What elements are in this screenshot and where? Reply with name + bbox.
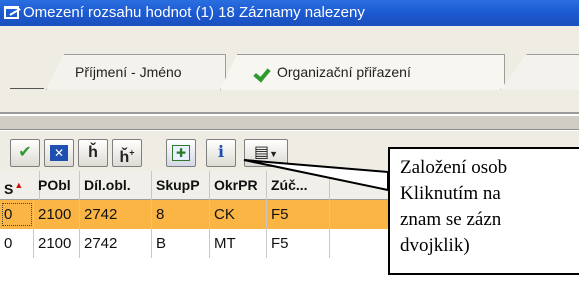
callout-line: Založení osob (400, 157, 508, 178)
table-cell: 2100 (34, 200, 80, 229)
table-cell: F5 (267, 200, 330, 229)
window-title: Omezení rozsahu hodnot (1) 18 Záznamy na… (23, 4, 365, 21)
find-button[interactable]: ȟ (78, 139, 108, 167)
annotation-callout: Založení osob Kliknutím na znam se zázn … (388, 147, 579, 275)
separator-bar (0, 116, 579, 130)
column-header-dil-obl[interactable]: Díl.obl. (80, 171, 152, 200)
cancel-button[interactable]: ✕ (44, 139, 74, 167)
table-cell: 0 (0, 200, 34, 229)
tab-surname-name[interactable]: Příjmení - Jméno (46, 54, 226, 90)
info-button[interactable]: ℹ (206, 139, 236, 167)
tab-label: Příjmení - Jméno (75, 64, 182, 80)
column-header-zuc[interactable]: Zúč... (267, 171, 330, 200)
tab-next[interactable] (500, 54, 579, 90)
tab-strip: Příjmení - Jméno Organizační přiřazení (0, 26, 579, 116)
table-row[interactable]: 0 2100 2742 B MT F5 (0, 229, 400, 258)
window-title-icon (4, 6, 19, 19)
table-cell: F5 (267, 229, 330, 258)
tab-label: Organizační přiřazení (277, 64, 411, 80)
table-cell: 8 (152, 200, 210, 229)
table-cell: 2742 (80, 229, 152, 258)
column-header-okrpr[interactable]: OkrPR (210, 171, 267, 200)
chevron-down-icon: ▼ (269, 149, 279, 159)
table-cell: 2100 (34, 229, 80, 258)
table-cell: CK (210, 200, 267, 229)
checkmark-icon (255, 65, 273, 79)
callout-line: dvojklik) (400, 235, 470, 256)
tab-organizational-assignment[interactable]: Organizační přiřazení (220, 54, 505, 90)
table-cell: B (152, 229, 210, 258)
create-icon: ✚ (172, 145, 190, 161)
info-icon: ℹ (217, 144, 225, 161)
table-row[interactable]: 0 2100 2742 8 CK F5 (0, 200, 400, 229)
document-icon: ▤ (253, 144, 270, 161)
confirm-button[interactable]: ✔ (10, 139, 40, 167)
column-header-skupp[interactable]: SkupP (152, 171, 210, 200)
table-cell: 0 (0, 229, 34, 258)
tab-strip-underline (10, 88, 44, 89)
table-cell: 2742 (80, 200, 152, 229)
callout-line: znam se zázn (400, 209, 502, 230)
close-icon: ✕ (50, 145, 68, 161)
sort-ascending-icon: ▲ (14, 180, 24, 190)
binoculars-icon: ȟ (88, 144, 98, 161)
callout-line: Kliknutím na (400, 183, 501, 204)
checkmark-icon: ✔ (18, 144, 32, 161)
binoculars-plus-icon: ȟ+ (119, 148, 135, 167)
window-titlebar: Omezení rozsahu hodnot (1) 18 Záznamy na… (0, 0, 579, 26)
column-header-pobl[interactable]: PObl (34, 171, 80, 200)
table-header-row: S▲ PObl Díl.obl. SkupP OkrPR Zúč... (0, 171, 400, 200)
find-next-button[interactable]: ȟ+ (112, 139, 142, 167)
table-cell: MT (210, 229, 267, 258)
create-record-button[interactable]: ✚ (166, 139, 196, 167)
document-menu-button[interactable]: ▤▼ (244, 139, 288, 167)
